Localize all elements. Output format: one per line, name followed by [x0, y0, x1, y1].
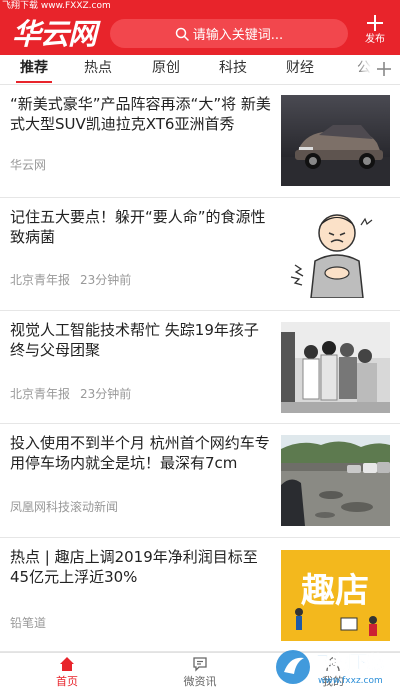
parking-lot-photo [281, 435, 390, 526]
chat-icon [193, 657, 207, 672]
news-source: 北京青年报 [10, 387, 71, 401]
news-item[interactable]: 热点 | 趣店上调2019年净利润目标至45亿元上浮近30% 铅笔道 趣店 [0, 539, 400, 652]
tab-tech[interactable]: 科技 [205, 55, 261, 85]
news-title: 投入使用不到半个月 杭州首个网约车专用停车场内就全是坑！最深有7cm [10, 434, 270, 472]
sick-man-cartoon [281, 207, 390, 298]
qudian-logo: 趣店 [281, 550, 390, 641]
nav-micro-news-label: 微资讯 [183, 675, 217, 688]
family-reunion-photo [281, 322, 390, 413]
nav-home[interactable]: 首页 [27, 656, 107, 689]
news-title: 记住五大要点！躲开“要人命”的食源性致病菌 [10, 208, 266, 246]
news-source: 北京青年报 [10, 273, 71, 287]
category-tabs: 推荐 热点 原创 科技 财经 公 [0, 55, 400, 85]
home-icon [60, 657, 74, 671]
search-placeholder: 请输入关键词... [192, 28, 284, 43]
app-logo[interactable]: 华云网 [12, 16, 97, 51]
news-item[interactable]: 记住五大要点！躲开“要人命”的食源性致病菌 北京青年报 23分钟前 [0, 199, 400, 311]
tab-original[interactable]: 原创 [138, 55, 194, 85]
search-bar[interactable]: 请输入关键词... [110, 19, 348, 48]
publish-label: 发布 [365, 34, 385, 45]
news-source: 铅笔道 [10, 616, 47, 630]
tab-finance[interactable]: 财经 [272, 55, 328, 85]
search-icon [175, 27, 189, 41]
tab-hot[interactable]: 热点 [70, 55, 126, 85]
watermark-url: www.fxxz.com [318, 676, 383, 686]
svg-text:趣店: 趣店 [301, 571, 369, 611]
active-tab-indicator [16, 81, 52, 83]
news-source: 凤凰网科技滚动新闻 [10, 500, 119, 514]
news-source: 华云网 [10, 158, 47, 172]
plus-icon [367, 15, 383, 31]
add-channel-icon[interactable] [376, 61, 392, 77]
logo-text: 华云网 [12, 17, 97, 51]
news-time: 23分钟前 [80, 387, 132, 401]
publish-button[interactable]: 发布 [358, 14, 392, 50]
site-watermark: 飞翔下载 www.fxxz.com [272, 644, 400, 691]
news-meta: 华云网 [10, 156, 46, 173]
news-time: 23分钟前 [80, 273, 132, 287]
news-meta: 北京青年报 23分钟前 [10, 385, 131, 402]
news-item[interactable]: 投入使用不到半个月 杭州首个网约车专用停车场内就全是坑！最深有7cm 凤凰网科技… [0, 425, 400, 538]
news-title: “新美式豪华”产品阵容再添“大”将 新美式大型SUV凯迪拉克XT6亚洲首秀 [10, 95, 271, 133]
news-meta: 铅笔道 [10, 614, 46, 631]
news-title: 视觉人工智能技术帮忙 失踪19年孩子终与父母团聚 [10, 321, 259, 359]
news-meta: 凤凰网科技滚动新闻 [10, 498, 118, 515]
news-title: 热点 | 趣店上调2019年净利润目标至45亿元上浮近30% [10, 548, 258, 586]
nav-micro-news[interactable]: 微资讯 [160, 656, 240, 689]
news-meta: 北京青年报 23分钟前 [10, 271, 131, 288]
car-photo [281, 95, 390, 186]
news-item[interactable]: 视觉人工智能技术帮忙 失踪19年孩子终与父母团聚 北京青年报 23分钟前 [0, 312, 400, 424]
app-header: 飞翔下载 www.FXXZ.com 华云网 请输入关键词... 发布 [0, 0, 400, 55]
news-item[interactable]: “新美式豪华”产品阵容再添“大”将 新美式大型SUV凯迪拉克XT6亚洲首秀 华云… [0, 86, 400, 198]
nav-home-label: 首页 [56, 675, 78, 688]
watermark-title: 飞翔下载 [316, 652, 384, 673]
